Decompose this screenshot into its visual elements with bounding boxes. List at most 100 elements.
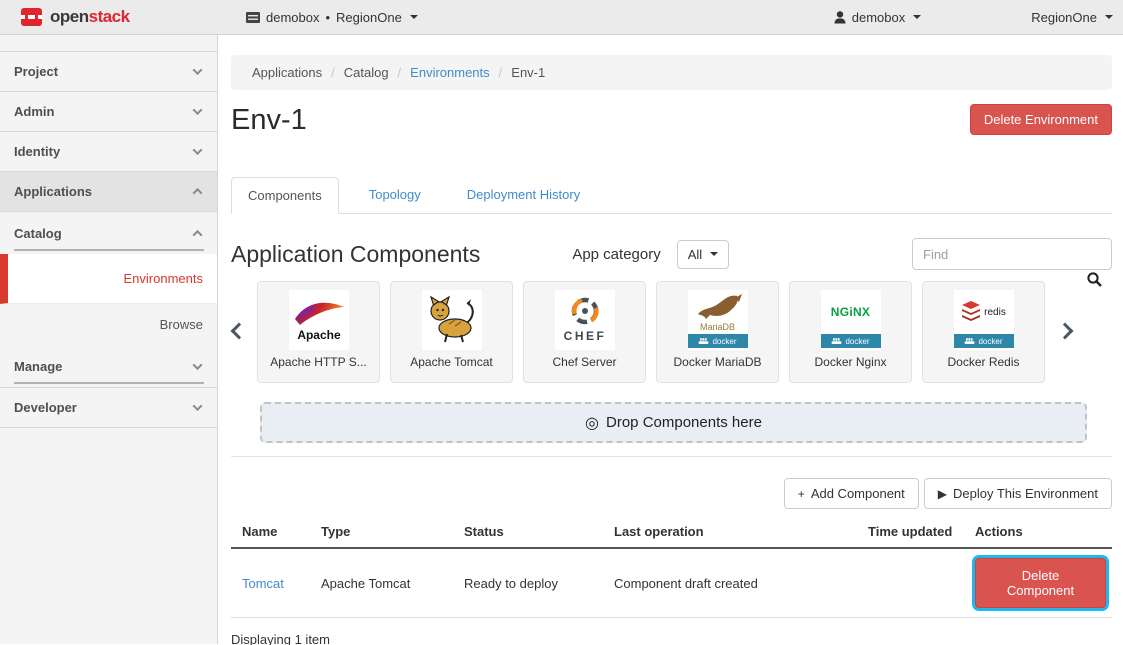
breadcrumb-separator: / <box>331 65 335 80</box>
component-name-link[interactable]: Tomcat <box>242 576 284 591</box>
add-component-button[interactable]: + Add Component <box>784 478 919 509</box>
topbar-right: demobox RegionOne <box>834 10 1123 25</box>
tab-bar: Components Topology Deployment History <box>231 177 1112 214</box>
tomcat-cat-icon <box>422 290 482 350</box>
deploy-environment-button[interactable]: ▶ Deploy This Environment <box>924 478 1112 509</box>
tab-deployment-history[interactable]: Deployment History <box>451 177 596 214</box>
components-carousel: Apache Apache HTTP S... <box>231 281 1112 383</box>
carousel-prev-button[interactable] <box>231 325 247 340</box>
component-card-label: Docker MariaDB <box>673 355 761 369</box>
nginx-logo-text: NGiNX <box>831 305 871 319</box>
bullseye-icon: ◎ <box>585 413 599 433</box>
openstack-logo[interactable]: openstack <box>0 7 226 27</box>
drop-components-zone[interactable]: ◎ Drop Components here <box>260 402 1087 443</box>
find-input[interactable] <box>912 238 1112 270</box>
sidebar-item-environments[interactable]: Environments <box>0 254 217 304</box>
breadcrumb-environments-link[interactable]: Environments <box>410 65 489 80</box>
sidebar-item-label: Catalog <box>14 226 62 241</box>
play-icon: ▶ <box>938 487 947 501</box>
add-component-label: Add Component <box>811 486 905 501</box>
breadcrumb-applications: Applications <box>252 65 322 80</box>
docker-ribbon: docker <box>821 334 881 348</box>
category-dropdown-value: All <box>688 247 702 262</box>
chevron-down-icon <box>193 145 203 155</box>
user-menu[interactable]: demobox <box>834 10 921 25</box>
search-icon[interactable] <box>1087 272 1102 287</box>
chevron-down-icon <box>193 105 203 115</box>
context-project-label: demobox <box>266 10 319 25</box>
component-card-label: Apache HTTP S... <box>270 355 367 369</box>
divider <box>231 456 1112 457</box>
user-menu-label: demobox <box>852 10 905 25</box>
component-card-apache-tomcat[interactable]: Apache Tomcat <box>390 281 513 383</box>
carousel-next-button[interactable] <box>1057 325 1073 340</box>
chevron-down-icon <box>193 360 203 370</box>
category-dropdown[interactable]: All <box>677 240 729 269</box>
delete-component-button[interactable]: Delete Component <box>975 558 1106 608</box>
delete-environment-button[interactable]: Delete Environment <box>970 104 1112 135</box>
sidebar-item-label: Applications <box>14 184 92 199</box>
components-table: Name Type Status Last operation Time upd… <box>231 516 1112 618</box>
docker-ribbon-label: docker <box>845 337 869 346</box>
column-header-time-updated: Time updated <box>857 516 964 548</box>
sidebar-item-label: Browse <box>160 317 203 332</box>
component-card-docker-nginx[interactable]: NGiNX docker <box>789 281 912 383</box>
component-card-label: Chef Server <box>552 355 616 369</box>
column-header-actions: Actions <box>964 516 1112 548</box>
cell-name: Tomcat <box>231 548 310 618</box>
docker-ribbon: docker <box>954 334 1014 348</box>
chevron-up-icon <box>193 188 203 198</box>
caret-down-icon <box>1105 15 1113 19</box>
user-icon <box>834 11 846 24</box>
component-card-apache-http[interactable]: Apache Apache HTTP S... <box>257 281 380 383</box>
deploy-environment-label: Deploy This Environment <box>953 486 1098 501</box>
component-card-label: Docker Redis <box>947 355 1019 369</box>
cell-last-operation: Component draft created <box>603 548 857 618</box>
sidebar-item-label: Manage <box>14 359 62 374</box>
tab-topology[interactable]: Topology <box>353 177 437 214</box>
sidebar-item-developer[interactable]: Developer <box>0 388 217 428</box>
docker-ribbon-label: docker <box>978 337 1002 346</box>
topbar: openstack demobox • RegionOne demobox <box>0 0 1123 35</box>
sidebar-item-applications[interactable]: Applications <box>0 172 217 212</box>
nginx-logo-icon: NGiNX docker <box>821 290 881 350</box>
find-group <box>912 238 1112 270</box>
sidebar-item-browse[interactable]: Browse <box>0 304 217 344</box>
app-window: openstack demobox • RegionOne demobox <box>0 0 1123 644</box>
mariadb-logo-text: MariaDB <box>700 322 735 332</box>
tab-components[interactable]: Components <box>231 177 339 214</box>
svg-text:Apache: Apache <box>297 328 341 342</box>
column-header-name: Name <box>231 516 310 548</box>
breadcrumb-separator: / <box>499 65 503 80</box>
redis-stack-icon: redis docker <box>954 290 1014 350</box>
items-count: Displaying 1 item <box>231 632 1112 645</box>
project-region-switcher[interactable]: demobox • RegionOne <box>226 10 418 25</box>
table-header-row: Name Type Status Last operation Time upd… <box>231 516 1112 548</box>
component-cards: Apache Apache HTTP S... <box>257 281 1045 383</box>
sidebar-top-sliver <box>0 35 217 52</box>
component-card-docker-mariadb[interactable]: MariaDB docker Dock <box>656 281 779 383</box>
sidebar-item-identity[interactable]: Identity <box>0 132 217 172</box>
sidebar-item-admin[interactable]: Admin <box>0 92 217 132</box>
region-menu[interactable]: RegionOne <box>1031 10 1113 25</box>
component-card-chef-server[interactable]: CHEF Chef Server <box>523 281 646 383</box>
region-menu-label: RegionOne <box>1031 10 1097 25</box>
main-content: Applications / Catalog / Environments / … <box>218 35 1123 644</box>
sidebar-item-label: Environments <box>124 271 203 286</box>
sidebar-item-label: Admin <box>14 104 54 119</box>
component-card-label: Docker Nginx <box>814 355 886 369</box>
docker-whale-icon <box>831 337 842 345</box>
mariadb-seal-icon: MariaDB docker <box>688 290 748 350</box>
context-separator: • <box>325 10 330 25</box>
component-card-docker-redis[interactable]: redis docker <box>922 281 1045 383</box>
column-header-type: Type <box>310 516 453 548</box>
component-card-label: Apache Tomcat <box>410 355 493 369</box>
column-header-status: Status <box>453 516 603 548</box>
chevron-down-icon <box>193 65 203 75</box>
sidebar-item-catalog[interactable]: Catalog <box>0 212 217 254</box>
app-category-label: App category <box>572 246 660 263</box>
chevron-down-icon <box>193 401 203 411</box>
sidebar-item-manage[interactable]: Manage <box>0 345 217 387</box>
sidebar-item-project[interactable]: Project <box>0 52 217 92</box>
sidebar-item-label: Identity <box>14 144 60 159</box>
